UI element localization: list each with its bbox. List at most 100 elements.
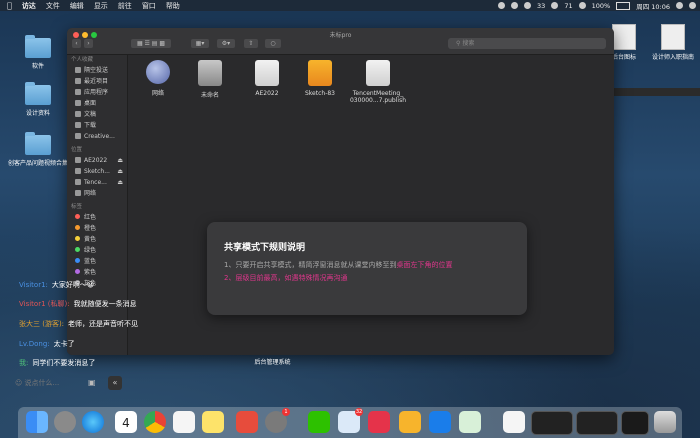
sidebar-item-airdrop[interactable]: 隔空投送 <box>67 65 127 76</box>
lanhu-icon[interactable] <box>429 411 451 433</box>
status-icon-3[interactable] <box>524 2 532 9</box>
menu-view[interactable]: 显示 <box>94 1 108 11</box>
sidebar-item-tencent[interactable]: Tence... ⏏ <box>67 177 127 188</box>
menu-go[interactable]: 前往 <box>118 1 132 11</box>
sidebar-item-label: 红色 <box>84 214 97 221</box>
battery-level[interactable]: 100% <box>592 2 611 10</box>
file-name: AE2022 <box>255 90 279 97</box>
sidebar-item-label: 应用程序 <box>84 89 109 96</box>
badge: 1 <box>282 408 290 416</box>
menu-window[interactable]: 窗口 <box>142 1 156 11</box>
wechat-icon[interactable] <box>308 411 330 433</box>
sidebar-tag-orange[interactable]: 橙色 <box>67 223 127 234</box>
menu-bar:  访达 文件 编辑 显示 前往 窗口 帮助 33 71 100% 周四 10:… <box>0 0 700 11</box>
dock: 4 1 32 <box>18 407 682 438</box>
chrome-icon[interactable] <box>144 411 166 433</box>
sidebar-tag-yellow[interactable]: 黄色 <box>67 234 127 245</box>
rule-highlight: 桌面左下角的位置 <box>396 261 453 269</box>
sidebar-tag-purple[interactable]: 紫色 <box>67 267 127 278</box>
download-icon <box>75 122 81 128</box>
menu-edit[interactable]: 编辑 <box>70 1 84 11</box>
file-item-untitled[interactable]: 未命名 <box>180 56 240 99</box>
system-preferences-icon[interactable]: 1 <box>265 408 290 433</box>
disk-image-icon <box>255 60 279 86</box>
window-thumbnail[interactable] <box>621 411 649 435</box>
folder-icon <box>75 133 81 139</box>
safari-icon[interactable] <box>82 411 104 433</box>
file-name: 未命名 <box>200 92 219 99</box>
desktop-folder-software[interactable]: 软件 <box>8 35 68 70</box>
apple-icon[interactable]:  <box>7 1 12 10</box>
share-icon[interactable]: ⇧ <box>244 39 258 48</box>
search-icon[interactable] <box>676 2 683 9</box>
window-thumbnail[interactable] <box>531 411 573 435</box>
sidebar-tag-red[interactable]: 红色 <box>67 212 127 223</box>
group-menu[interactable]: ▦▾ <box>191 39 209 48</box>
finder-icon[interactable] <box>26 411 48 433</box>
sidebar-tag-green[interactable]: 绿色 <box>67 245 127 256</box>
emoji-icon[interactable]: ☺ <box>15 379 25 387</box>
desktop-folder-design[interactable]: 设计资料 <box>8 82 68 117</box>
screen-share-icon[interactable]: ▣ <box>88 378 96 387</box>
forward-button[interactable]: › <box>84 39 93 48</box>
app-green-icon[interactable] <box>459 411 481 433</box>
launchpad-icon[interactable] <box>54 411 76 433</box>
menu-help[interactable]: 帮助 <box>166 1 180 11</box>
folder-icon <box>25 132 51 155</box>
chat-message: 张大三 (游客): 老师，还是声音听不见 <box>19 319 138 329</box>
sidebar-item-label: Creative... <box>84 133 115 140</box>
action-gear-icon[interactable]: ⚙▾ <box>217 39 235 48</box>
sidebar-item-creative[interactable]: Creative... <box>67 131 127 142</box>
desktop-folder-videos[interactable]: 创客产品问题视频合集 <box>4 132 72 167</box>
sidebar-item-network[interactable]: 网络 <box>67 188 127 199</box>
back-button[interactable]: ‹ <box>72 39 81 48</box>
window-thumbnail[interactable] <box>576 411 618 435</box>
status-icon-2[interactable] <box>511 2 519 9</box>
app-red-icon[interactable] <box>368 411 390 433</box>
collapse-icon[interactable]: « <box>108 376 122 390</box>
disk-icon <box>75 168 81 174</box>
eject-icon[interactable]: ⏏ <box>117 155 123 166</box>
control-center-icon[interactable] <box>689 2 696 9</box>
file-item-tencent[interactable]: TencentMeeting_ 030000...7.publish <box>345 56 411 104</box>
status-count-1[interactable]: 33 <box>537 2 545 10</box>
file-item-ae2022[interactable]: AE2022 <box>237 56 297 97</box>
sidebar-item-downloads[interactable]: 下载 <box>67 120 127 131</box>
sidebar-item-label: 橙色 <box>84 225 97 232</box>
desktop-item-guide[interactable]: 设计师入职指南 <box>648 24 698 61</box>
sidebar-tag-blue[interactable]: 蓝色 <box>67 256 127 267</box>
reminders-icon[interactable] <box>173 411 195 433</box>
sidebar-item-recents[interactable]: 最近项目 <box>67 76 127 87</box>
status-count-2[interactable]: 71 <box>564 2 572 10</box>
eject-icon[interactable]: ⏏ <box>117 166 123 177</box>
file-name: TencentMeeting_ <box>352 90 404 97</box>
trash-icon[interactable] <box>654 411 676 433</box>
view-mode-control[interactable]: ▦ ☰ ▤ ▩ <box>131 39 171 48</box>
sidebar-item-ae2022[interactable]: AE2022 ⏏ <box>67 155 127 166</box>
sidebar-item-desktop[interactable]: 桌面 <box>67 98 127 109</box>
status-icon-1[interactable] <box>498 2 506 9</box>
search-input[interactable]: ⚲ 搜索 <box>448 38 606 49</box>
wifi-icon[interactable] <box>578 2 586 9</box>
sidebar-item-sketch[interactable]: Sketch... ⏏ <box>67 166 127 177</box>
messages-icon[interactable]: 32 <box>338 408 363 433</box>
battery-icon[interactable] <box>616 1 631 10</box>
document-icon[interactable] <box>503 411 525 433</box>
eject-icon[interactable]: ⏏ <box>117 177 123 188</box>
sidebar-item-documents[interactable]: 文稿 <box>67 109 127 120</box>
sidebar-item-label: 紫色 <box>84 269 97 276</box>
wps-icon[interactable] <box>236 411 258 433</box>
sketch-icon[interactable] <box>399 411 421 433</box>
sidebar-item-applications[interactable]: 应用程序 <box>67 87 127 98</box>
file-name: 网络 <box>151 90 164 97</box>
clock[interactable]: 周四 10:06 <box>636 1 670 11</box>
notes-icon[interactable] <box>202 411 224 433</box>
disk-icon <box>75 157 81 163</box>
file-item-network[interactable]: 网络 <box>128 56 188 97</box>
tag-icon[interactable]: ○ <box>265 39 281 48</box>
calendar-icon[interactable]: 4 <box>115 411 137 433</box>
menu-app[interactable]: 访达 <box>22 1 36 11</box>
status-icon-4[interactable] <box>551 2 559 9</box>
menu-file[interactable]: 文件 <box>46 1 60 11</box>
file-item-sketch[interactable]: Sketch-83 <box>290 56 350 97</box>
